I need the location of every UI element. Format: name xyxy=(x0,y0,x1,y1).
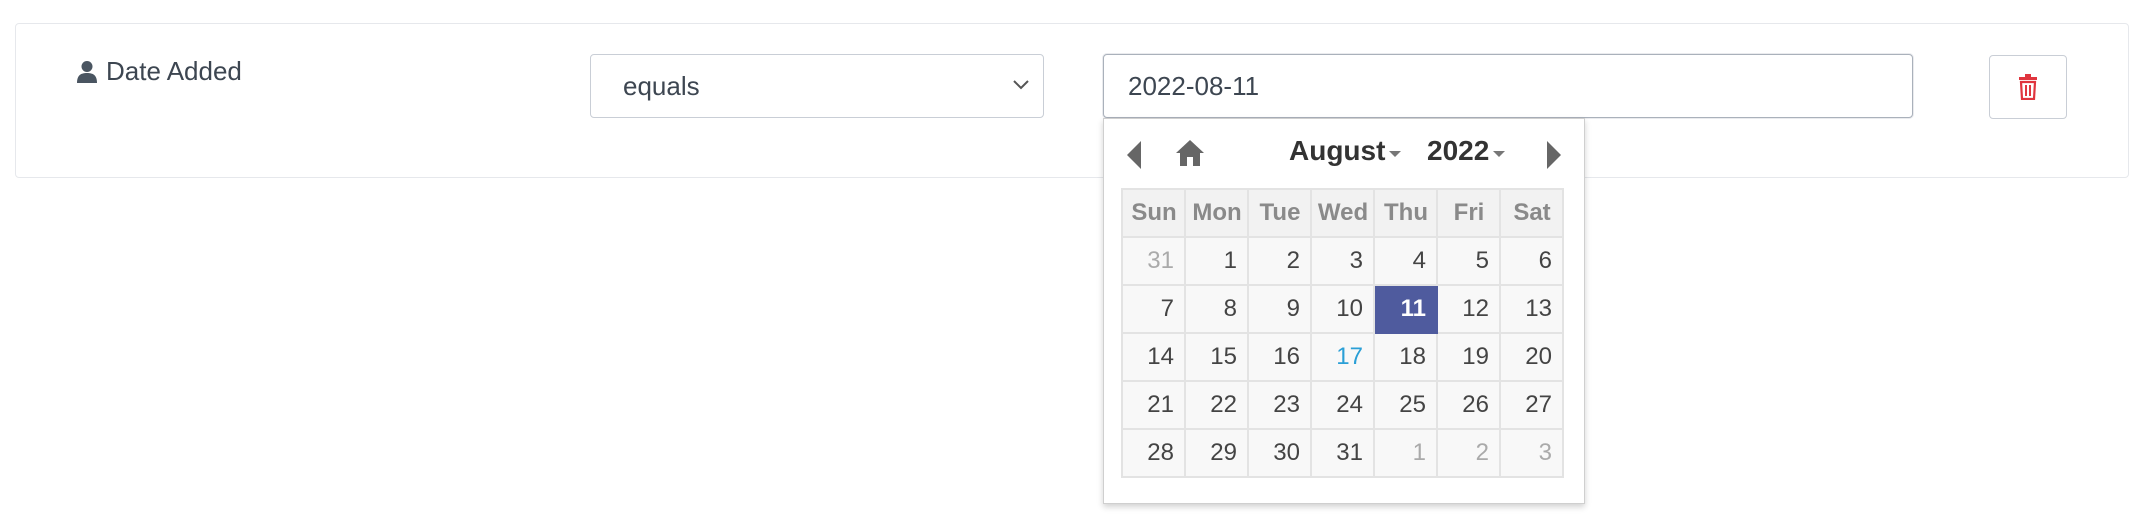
calendar-day[interactable]: 19 xyxy=(1436,332,1501,382)
calendar-day[interactable]: 15 xyxy=(1184,332,1249,382)
calendar-week-row: 14 15 16 17 18 19 20 xyxy=(1121,332,1564,382)
operator-selected-value: equals xyxy=(623,70,700,101)
calendar-day[interactable]: 31 xyxy=(1310,428,1375,478)
year-label: 2022 xyxy=(1427,135,1490,166)
home-icon[interactable] xyxy=(1174,137,1206,169)
filter-row: Date Added equals xyxy=(15,23,2129,178)
month-label: August xyxy=(1289,135,1386,166)
calendar-day[interactable]: 22 xyxy=(1184,380,1249,430)
weekday-header: Sun xyxy=(1121,188,1186,238)
calendar-day-selected[interactable]: 11 xyxy=(1373,284,1438,334)
datepicker-header: August 2022 xyxy=(1104,119,1584,189)
prev-month-icon[interactable] xyxy=(1124,139,1144,171)
calendar-day[interactable]: 4 xyxy=(1373,236,1438,286)
calendar-grid: Sun Mon Tue Wed Thu Fri Sat 31 1 2 3 4 5 6 7 8 9 10 11 12 1… xyxy=(1121,188,1564,478)
user-icon xyxy=(77,60,97,83)
calendar-day[interactable]: 18 xyxy=(1373,332,1438,382)
calendar-week-row: 7 8 9 10 11 12 13 xyxy=(1121,284,1564,334)
calendar-day[interactable]: 25 xyxy=(1373,380,1438,430)
calendar-day[interactable]: 21 xyxy=(1121,380,1186,430)
next-month-icon[interactable] xyxy=(1544,139,1564,171)
calendar-day[interactable]: 1 xyxy=(1373,428,1438,478)
calendar-day[interactable]: 31 xyxy=(1121,236,1186,286)
calendar-day[interactable]: 8 xyxy=(1184,284,1249,334)
caret-down-icon xyxy=(1493,151,1506,157)
calendar-week-row: 21 22 23 24 25 26 27 xyxy=(1121,380,1564,430)
weekday-header: Mon xyxy=(1184,188,1249,238)
chevron-down-icon xyxy=(1013,80,1029,90)
calendar-day[interactable]: 16 xyxy=(1247,332,1312,382)
calendar-day[interactable]: 9 xyxy=(1247,284,1312,334)
operator-select[interactable]: equals xyxy=(590,54,1044,118)
calendar-day[interactable]: 20 xyxy=(1499,332,1564,382)
calendar-day[interactable]: 6 xyxy=(1499,236,1564,286)
calendar-day[interactable]: 13 xyxy=(1499,284,1564,334)
calendar-day[interactable]: 1 xyxy=(1184,236,1249,286)
weekday-header: Wed xyxy=(1310,188,1375,238)
calendar-week-row: 28 29 30 31 1 2 3 xyxy=(1121,428,1564,478)
calendar-day[interactable]: 27 xyxy=(1499,380,1564,430)
calendar-day[interactable]: 24 xyxy=(1310,380,1375,430)
weekday-header: Thu xyxy=(1373,188,1438,238)
calendar-day[interactable]: 5 xyxy=(1436,236,1501,286)
calendar-day[interactable]: 28 xyxy=(1121,428,1186,478)
calendar-day[interactable]: 2 xyxy=(1247,236,1312,286)
year-selector[interactable]: 2022 xyxy=(1427,135,1506,167)
calendar-day[interactable]: 12 xyxy=(1436,284,1501,334)
weekday-header: Tue xyxy=(1247,188,1312,238)
month-selector[interactable]: August xyxy=(1289,135,1402,167)
calendar-week-row: 31 1 2 3 4 5 6 xyxy=(1121,236,1564,286)
weekday-row: Sun Mon Tue Wed Thu Fri Sat xyxy=(1121,188,1564,238)
weekday-header: Fri xyxy=(1436,188,1501,238)
calendar-day[interactable]: 29 xyxy=(1184,428,1249,478)
calendar-day[interactable]: 2 xyxy=(1436,428,1501,478)
calendar-day[interactable]: 14 xyxy=(1121,332,1186,382)
calendar-day[interactable]: 23 xyxy=(1247,380,1312,430)
datepicker: August 2022 Sun Mon Tue Wed Thu Fri Sat 31 1 2 3 4… xyxy=(1103,118,1585,504)
caret-down-icon xyxy=(1389,151,1402,157)
field-label: Date Added xyxy=(76,56,242,87)
date-input[interactable] xyxy=(1103,54,1913,118)
calendar-day[interactable]: 7 xyxy=(1121,284,1186,334)
calendar-day[interactable]: 3 xyxy=(1499,428,1564,478)
calendar-day-today[interactable]: 17 xyxy=(1310,332,1375,382)
weekday-header: Sat xyxy=(1499,188,1564,238)
calendar-day[interactable]: 3 xyxy=(1310,236,1375,286)
field-label-text: Date Added xyxy=(106,56,242,86)
calendar-day[interactable]: 30 xyxy=(1247,428,1312,478)
delete-button[interactable] xyxy=(1989,55,2067,119)
calendar-day[interactable]: 26 xyxy=(1436,380,1501,430)
calendar-day[interactable]: 10 xyxy=(1310,284,1375,334)
trash-icon xyxy=(2019,74,2037,100)
